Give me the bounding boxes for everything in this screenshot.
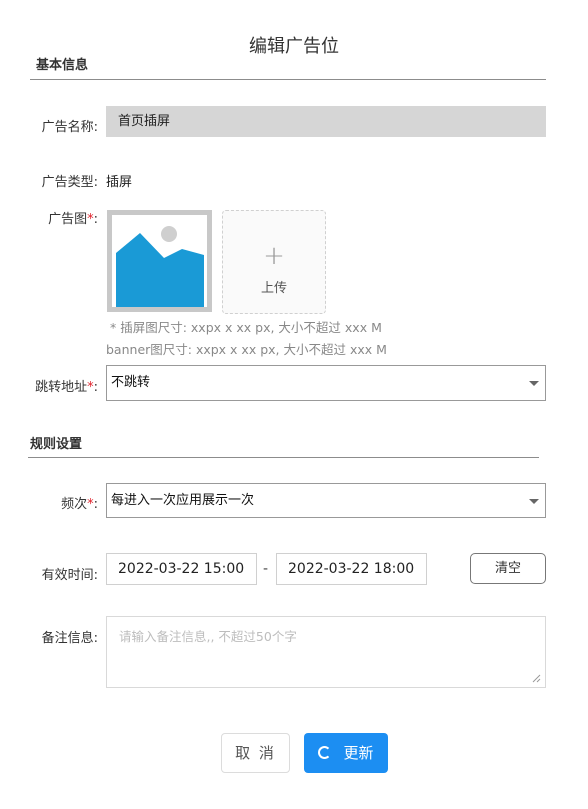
ad-name-field[interactable]: 首页插屏 xyxy=(106,106,546,137)
redirect-selected-value: 不跳转 xyxy=(111,375,151,390)
resize-grip-icon[interactable] xyxy=(531,673,541,683)
start-time-input[interactable]: 2022-03-22 15:00 xyxy=(106,553,257,585)
ad-image-label: 广告图*: xyxy=(48,212,98,227)
image-upload-button[interactable]: + 上传 xyxy=(222,210,326,314)
redirect-select[interactable]: 不跳转 xyxy=(106,365,546,401)
cancel-button[interactable]: 取 消 xyxy=(221,733,290,773)
remark-placeholder: 请输入备注信息,, 不超过50个字 xyxy=(119,629,297,644)
ad-type-value: 插屏 xyxy=(106,175,133,190)
remark-label: 备注信息: xyxy=(41,631,98,646)
ad-image-thumbnail[interactable] xyxy=(107,210,212,312)
update-button[interactable]: 更新 xyxy=(304,733,388,773)
time-range-separator: - xyxy=(263,561,269,577)
update-button-label: 更新 xyxy=(343,744,374,762)
upload-label: 上传 xyxy=(260,281,287,296)
rules-divider xyxy=(28,457,539,458)
loading-spinner-icon xyxy=(318,746,332,759)
redirect-label: 跳转地址*: xyxy=(35,380,98,395)
image-size-hint-1: * 插屏图尺寸: xxpx x xx px, 大小不超过 xxx M xyxy=(110,320,382,335)
image-size-hint-2: banner图尺寸: xxpx x xx px, 大小不超过 xxx M xyxy=(106,342,387,357)
chevron-down-icon xyxy=(529,381,539,386)
chevron-down-icon xyxy=(529,499,539,504)
image-placeholder-icon xyxy=(116,226,204,307)
remark-textarea[interactable]: 请输入备注信息,, 不超过50个字 xyxy=(106,616,546,688)
end-time-input[interactable]: 2022-03-22 18:00 xyxy=(276,553,427,585)
valid-time-label: 有效时间: xyxy=(41,568,98,583)
ad-type-label: 广告类型: xyxy=(41,175,98,190)
frequency-select[interactable]: 每进入一次应用展示一次 xyxy=(106,483,546,518)
basic-info-divider xyxy=(30,79,546,80)
ad-name-label: 广告名称: xyxy=(41,120,98,135)
frequency-selected-value: 每进入一次应用展示一次 xyxy=(111,493,255,508)
frequency-label: 频次*: xyxy=(61,497,98,512)
plus-icon: + xyxy=(263,241,285,271)
dialog-title: 编辑广告位 xyxy=(249,36,339,57)
rules-section-title: 规则设置 xyxy=(30,437,83,452)
basic-info-section-title: 基本信息 xyxy=(36,58,89,73)
clear-button[interactable]: 清空 xyxy=(470,553,546,584)
